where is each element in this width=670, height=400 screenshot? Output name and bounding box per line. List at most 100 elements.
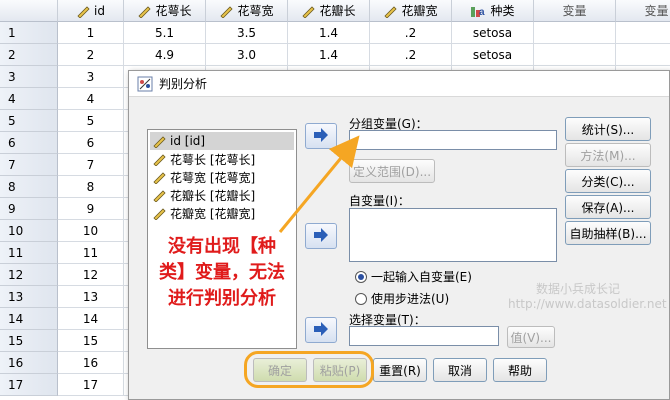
column-header-species[interactable]: a 种类	[452, 0, 534, 22]
column-header-row: id 花萼长 花萼宽 花瓣长 花瓣宽 a 种类 变量 变量	[0, 0, 670, 22]
table-cell[interactable]: 4	[58, 88, 124, 110]
table-cell[interactable]: 1	[58, 22, 124, 44]
table-cell[interactable]: 9	[58, 198, 124, 220]
variable-item-sepal-length[interactable]: 花萼长 [花萼长]	[150, 150, 294, 168]
table-cell[interactable]: 11	[58, 242, 124, 264]
value-button[interactable]: 值(V)...	[507, 326, 555, 348]
help-button[interactable]: 帮助	[493, 358, 547, 382]
table-row[interactable]: 2 2 4.9 3.0 1.4.2 setosa	[0, 44, 670, 66]
table-cell[interactable]: 8	[58, 176, 124, 198]
table-cell[interactable]: .2	[370, 22, 452, 44]
define-range-button[interactable]: 定义范围(D)...	[349, 159, 435, 183]
column-header-var-1[interactable]: 变量	[534, 0, 616, 22]
method-button[interactable]: 方法(M)...	[565, 143, 651, 167]
annotation-text: 没有出现【种 类】变量，无法 进行判别分析	[159, 236, 285, 309]
column-header-var-2[interactable]: 变量	[616, 0, 670, 22]
row-number[interactable]: 7	[0, 154, 58, 176]
variable-item-id[interactable]: id [id]	[150, 132, 294, 150]
ruler-icon	[152, 134, 166, 148]
grouping-variable-field[interactable]	[349, 130, 557, 150]
row-number[interactable]: 11	[0, 242, 58, 264]
ruler-icon	[152, 152, 166, 166]
row-number[interactable]: 14	[0, 308, 58, 330]
table-cell[interactable]: setosa	[452, 22, 534, 44]
ruler-icon	[383, 4, 398, 18]
table-cell[interactable]: 1.4	[288, 44, 370, 66]
cancel-button[interactable]: 取消	[433, 358, 487, 382]
table-cell[interactable]: 6	[58, 132, 124, 154]
independents-label: 自变量(I)：	[349, 194, 410, 208]
row-number[interactable]: 4	[0, 88, 58, 110]
column-header-petal-width[interactable]: 花瓣宽	[370, 0, 452, 22]
table-cell[interactable]: 4.9	[124, 44, 206, 66]
move-to-independents-button[interactable]	[305, 223, 337, 249]
row-number[interactable]: 6	[0, 132, 58, 154]
nominal-a-icon: a	[470, 4, 486, 18]
table-cell[interactable]: 10	[58, 220, 124, 242]
table-cell[interactable]	[616, 44, 670, 66]
svg-text:a: a	[479, 7, 485, 18]
row-number[interactable]: 13	[0, 286, 58, 308]
row-number[interactable]: 15	[0, 330, 58, 352]
table-cell[interactable]: .2	[370, 44, 452, 66]
move-to-selection-button[interactable]	[305, 317, 337, 343]
ruler-icon	[152, 188, 166, 202]
table-cell[interactable]: 3.5	[206, 22, 288, 44]
classify-button[interactable]: 分类(C)...	[565, 169, 651, 193]
table-cell[interactable]: 5.1	[124, 22, 206, 44]
row-number[interactable]: 5	[0, 110, 58, 132]
table-cell[interactable]: 1.4	[288, 22, 370, 44]
watermark-url: http://www.datasoldier.net	[508, 297, 667, 311]
table-cell[interactable]: 15	[58, 330, 124, 352]
independents-list[interactable]	[349, 208, 557, 262]
row-number[interactable]: 12	[0, 264, 58, 286]
dialog-titlebar[interactable]: 判别分析	[129, 71, 669, 97]
ruler-icon	[301, 4, 316, 18]
variable-item-sepal-width[interactable]: 花萼宽 [花萼宽]	[150, 168, 294, 186]
table-cell[interactable]	[534, 44, 616, 66]
table-cell[interactable]: 3.0	[206, 44, 288, 66]
grid-corner[interactable]	[0, 0, 58, 22]
table-cell[interactable]: setosa	[452, 44, 534, 66]
table-cell[interactable]	[616, 22, 670, 44]
row-number[interactable]: 1	[0, 22, 58, 44]
table-cell[interactable]: 12	[58, 264, 124, 286]
row-number[interactable]: 9	[0, 198, 58, 220]
table-cell[interactable]	[534, 22, 616, 44]
column-header-petal-length[interactable]: 花瓣长	[288, 0, 370, 22]
table-cell[interactable]: 3	[58, 66, 124, 88]
statistics-button[interactable]: 统计(S)...	[565, 117, 651, 141]
table-cell[interactable]: 17	[58, 374, 124, 396]
row-number[interactable]: 16	[0, 352, 58, 374]
radio-selected[interactable]	[355, 270, 367, 283]
row-number[interactable]: 2	[0, 44, 58, 66]
move-to-grouping-button[interactable]	[305, 123, 337, 149]
table-row[interactable]: 1 1 5.1 3.5 1.4.2 setosa	[0, 22, 670, 44]
column-header-id[interactable]: id	[58, 0, 124, 22]
table-cell[interactable]: 5	[58, 110, 124, 132]
variable-item-petal-width[interactable]: 花瓣宽 [花瓣宽]	[150, 204, 294, 222]
table-cell[interactable]: 2	[58, 44, 124, 66]
save-button[interactable]: 保存(A)...	[565, 195, 651, 219]
table-cell[interactable]: 7	[58, 154, 124, 176]
row-number[interactable]: 8	[0, 176, 58, 198]
arrow-right-icon	[313, 321, 329, 339]
bootstrap-button[interactable]: 自助抽样(B)...	[565, 221, 651, 245]
table-cell[interactable]: 13	[58, 286, 124, 308]
table-cell[interactable]: 16	[58, 352, 124, 374]
variable-item-petal-length[interactable]: 花瓣长 [花瓣长]	[150, 186, 294, 204]
row-number[interactable]: 17	[0, 374, 58, 396]
table-cell[interactable]: 14	[58, 308, 124, 330]
selection-variable-field[interactable]	[349, 326, 499, 346]
reset-button[interactable]: 重置(R)	[373, 358, 427, 382]
enter-together-option[interactable]: 一起输入自变量(E)	[355, 268, 472, 285]
highlight-ring	[244, 351, 374, 388]
radio-unselected[interactable]	[355, 292, 367, 305]
stepwise-option[interactable]: 使用步进法(U)	[355, 290, 449, 307]
row-number[interactable]: 3	[0, 66, 58, 88]
ruler-icon	[76, 4, 90, 18]
column-header-sepal-width[interactable]: 花萼宽	[206, 0, 288, 22]
column-header-sepal-length[interactable]: 花萼长	[124, 0, 206, 22]
row-number[interactable]: 10	[0, 220, 58, 242]
arrow-right-icon	[313, 127, 329, 145]
